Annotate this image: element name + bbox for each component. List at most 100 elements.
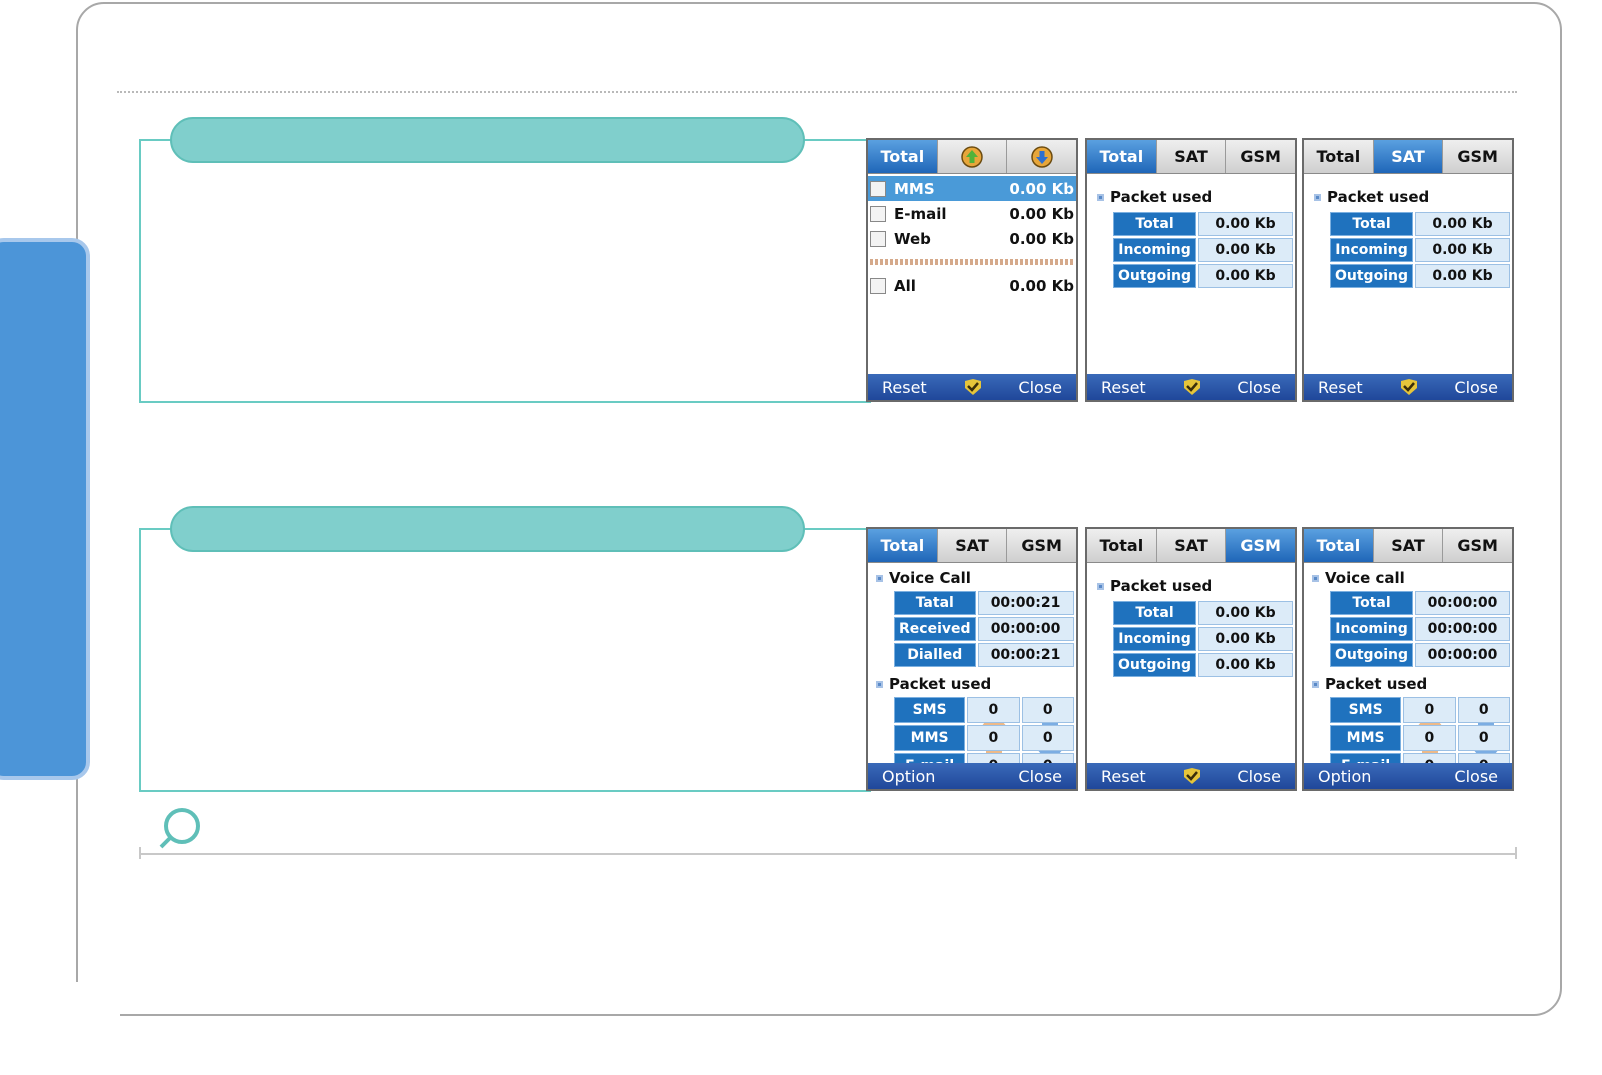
close-softkey[interactable]: Close [1018,378,1062,397]
tab-sat[interactable]: SAT [1373,529,1444,562]
close-softkey[interactable]: Close [1454,767,1498,786]
reset-softkey[interactable]: Reset [1101,378,1146,397]
tab-bar: Total SAT GSM [1304,140,1512,174]
checkbox[interactable] [870,230,886,247]
softkey-bar: Reset Close [1304,374,1512,400]
tab-download[interactable] [1007,140,1076,173]
table-row: Incoming 0.00 Kb [1113,627,1293,651]
reset-softkey[interactable]: Reset [882,378,927,397]
tab-sat[interactable]: SAT [937,529,1008,562]
tab-total[interactable]: Total [1087,529,1157,562]
close-softkey[interactable]: Close [1237,767,1281,786]
bullet-icon [1312,574,1319,582]
phone-screen-total-packet: Total SAT GSM Packet used Total 0.00 Kb I… [1085,138,1297,402]
tab-total[interactable]: Total [868,140,938,173]
table-row: Total 0.00 Kb [1113,212,1293,236]
tab-total[interactable]: Total [868,529,938,562]
tab-bar: Total SAT GSM [1087,529,1295,563]
download-icon [1030,145,1053,168]
tab-sat[interactable]: SAT [1156,140,1227,173]
checkbox[interactable] [870,180,886,197]
side-chapter-tab [0,238,90,780]
softkey-bar: Reset Close [868,374,1076,400]
bullet-icon [1097,193,1104,201]
tab-total[interactable]: Total [1304,529,1374,562]
table-row: Total 0.00 Kb [1330,212,1510,236]
table-row: Received 00:00:00 [894,617,1074,641]
header-divider [117,91,1517,93]
table-row: Total 00:00:00 [1330,591,1510,615]
table-row: MMS 0 0 [894,725,1074,751]
voice-table: Total 00:00:00 Incoming 00:00:00 Outgoing 0… [1328,589,1512,669]
option-softkey[interactable]: Option [882,767,935,786]
packet-table: Total 0.00 Kb Incoming 0.00 Kb Outgoing 0.0… [1111,599,1295,679]
phone-screen-gsm-packet: Total SAT GSM Packet used Total 0.00 Kb I… [1085,527,1297,791]
tab-gsm[interactable]: GSM [1443,140,1512,173]
tab-total[interactable]: Total [1304,140,1374,173]
bullet-icon [1312,680,1319,688]
table-row: MMS 0 0 [1330,725,1510,751]
table-row: Outgoing 0.00 Kb [1330,264,1510,288]
tab-upload[interactable] [937,140,1008,173]
reset-softkey[interactable]: Reset [1101,767,1146,786]
reset-softkey[interactable]: Reset [1318,378,1363,397]
softkey-bar: Option Close [1304,763,1512,789]
table-row: Incoming 00:00:00 [1330,617,1510,641]
table-row: Outgoing 0.00 Kb [1113,264,1293,288]
list-item-mms[interactable]: MMS 0.00 Kb [868,176,1076,201]
tab-gsm[interactable]: GSM [1226,140,1295,173]
table-row: Dialled 00:00:21 [894,643,1074,667]
close-softkey[interactable]: Close [1018,767,1062,786]
list-item-web[interactable]: Web 0.00 Kb [868,226,1076,251]
tab-bar: Total SAT GSM [868,529,1076,563]
list-item-all[interactable]: All 0.00 Kb [868,273,1076,298]
magnifier-icon [159,808,200,849]
table-row: Outgoing 00:00:00 [1330,643,1510,667]
voice-call-heading: Voice call [1312,569,1512,587]
confirm-check-icon[interactable] [963,378,983,396]
confirm-check-icon[interactable] [1399,378,1419,396]
voice-call-heading: Voice Call [876,569,1076,587]
table-row: Total 0.00 Kb [1113,601,1293,625]
section-box-2 [139,528,871,792]
table-row: SMS 0 0 [1330,697,1510,723]
phone-screen-total-voice-2: Total SAT GSM Voice call Total 00:00:00 I… [1302,527,1514,791]
voice-table: Tatal 00:00:21 Received 00:00:00 Dialled 00… [892,589,1076,669]
confirm-check-icon[interactable] [1182,378,1202,396]
close-softkey[interactable]: Close [1237,378,1281,397]
packet-used-heading: Packet used [1097,188,1295,206]
softkey-bar: Reset Close [1087,374,1295,400]
table-row: Incoming 0.00 Kb [1113,238,1293,262]
tab-bar: Total SAT GSM [1087,140,1295,174]
confirm-check-icon[interactable] [1182,767,1202,785]
tab-gsm[interactable]: GSM [1226,529,1295,562]
packet-used-heading: Packet used [1314,188,1512,206]
phone-screen-sat-packet: Total SAT GSM Packet used Total 0.00 Kb I… [1302,138,1514,402]
packet-table: Total 0.00 Kb Incoming 0.00 Kb Outgoing 0.0… [1328,210,1512,290]
checkbox[interactable] [870,205,886,222]
tab-sat[interactable]: SAT [1156,529,1227,562]
packet-used-heading: Packet used [1312,675,1512,693]
tab-bar: Total [868,140,1076,174]
bullet-icon [1097,582,1104,590]
bullet-icon [876,680,883,688]
packet-table: Total 0.00 Kb Incoming 0.00 Kb Outgoing 0.0… [1111,210,1295,290]
note-divider [139,853,1517,855]
table-row: Outgoing 0.00 Kb [1113,653,1293,677]
tab-total[interactable]: Total [1087,140,1157,173]
tab-bar: Total SAT GSM [1304,529,1512,563]
tab-gsm[interactable]: GSM [1007,529,1076,562]
tab-sat[interactable]: SAT [1373,140,1444,173]
packet-used-heading: Packet used [1097,577,1295,595]
tab-gsm[interactable]: GSM [1443,529,1512,562]
table-row: SMS 0 0 [894,697,1074,723]
bullet-icon [876,574,883,582]
table-row: Tatal 00:00:21 [894,591,1074,615]
phone-screen-data-list: Total MMS 0.00 Kb E-mail 0.00 Kb Web 0.0… [866,138,1078,402]
close-softkey[interactable]: Close [1454,378,1498,397]
checkbox[interactable] [870,277,886,294]
packet-used-heading: Packet used [876,675,1076,693]
option-softkey[interactable]: Option [1318,767,1371,786]
list-item-email[interactable]: E-mail 0.00 Kb [868,201,1076,226]
table-row: Incoming 0.00 Kb [1330,238,1510,262]
